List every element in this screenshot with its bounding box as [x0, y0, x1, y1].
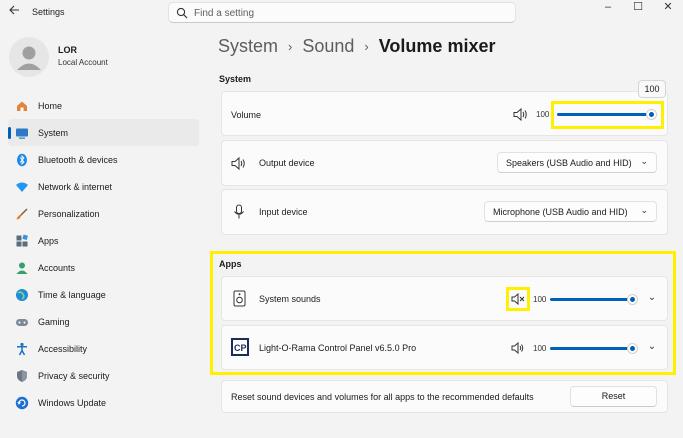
reset-button[interactable]: Reset: [570, 386, 657, 407]
speaker-icon[interactable]: [511, 342, 525, 354]
volume-label: Volume: [231, 110, 262, 120]
output-device-label: Output device: [259, 158, 315, 168]
network-icon: [15, 180, 29, 194]
app-row-system-sounds: System sounds 100 ⌄: [221, 276, 668, 321]
sidebar-item-privacy[interactable]: Privacy & security: [8, 362, 199, 389]
app-name: Light-O-Rama Control Panel v6.5.0 Pro: [259, 343, 417, 353]
globe-icon: [15, 288, 29, 302]
app-volume-slider[interactable]: [550, 293, 638, 305]
sidebar-item-accounts[interactable]: Accounts: [8, 254, 199, 281]
sidebar-item-time-language[interactable]: Time & language: [8, 281, 199, 308]
input-device-dropdown[interactable]: Microphone (USB Audio and HID) ⌄: [484, 201, 657, 222]
sidebar-item-personalization[interactable]: Personalization: [8, 200, 199, 227]
breadcrumb-sound[interactable]: Sound: [302, 36, 354, 57]
search-box[interactable]: [168, 2, 516, 23]
sidebar-item-network[interactable]: Network & internet: [8, 173, 199, 200]
output-device-dropdown[interactable]: Speakers (USB Audio and HID) ⌄: [497, 152, 657, 173]
breadcrumb: System › Sound › Volume mixer: [218, 36, 495, 57]
input-device-label: Input device: [259, 207, 308, 217]
volume-value: 100: [536, 110, 550, 119]
app-volume-value: 100: [533, 295, 547, 304]
back-arrow-icon[interactable]: [6, 4, 22, 20]
home-icon: [15, 99, 29, 113]
volume-slider-track: [557, 113, 653, 116]
microphone-icon: [234, 204, 244, 219]
breadcrumb-system[interactable]: System: [218, 36, 278, 57]
user-account-type: Local Account: [58, 58, 108, 67]
reset-description: Reset sound devices and volumes for all …: [231, 392, 534, 402]
sidebar-item-accessibility[interactable]: Accessibility: [8, 335, 199, 362]
app-volume-value: 100: [533, 344, 547, 353]
bluetooth-icon: [15, 153, 29, 167]
output-device-card: Output device Speakers (USB Audio and HI…: [221, 140, 668, 186]
search-icon: [176, 7, 188, 19]
sidebar-item-system[interactable]: System: [8, 119, 199, 146]
sidebar-item-home[interactable]: Home: [8, 92, 199, 119]
close-button[interactable]: ✕: [653, 0, 683, 16]
app-name: System sounds: [259, 294, 321, 304]
page-title: Volume mixer: [378, 36, 496, 56]
app-volume-slider-track: [550, 347, 634, 350]
svg-text:CP: CP: [234, 343, 247, 353]
system-sounds-icon: [233, 290, 246, 307]
apps-icon: [15, 234, 29, 248]
reset-card: Reset sound devices and volumes for all …: [221, 380, 668, 413]
section-title-apps: Apps: [219, 259, 242, 269]
volume-card: Volume 100: [221, 91, 668, 136]
volume-slider-thumb[interactable]: [646, 109, 657, 120]
chevron-down-icon: ⌄: [640, 156, 648, 166]
minimize-button[interactable]: –: [593, 0, 623, 16]
avatar[interactable]: [9, 37, 49, 77]
section-title-system: System: [219, 74, 252, 84]
shield-icon: [15, 369, 29, 383]
gaming-icon: [15, 315, 29, 329]
maximize-button[interactable]: ☐: [623, 0, 653, 16]
search-input[interactable]: [194, 6, 504, 20]
app-volume-slider-thumb[interactable]: [627, 294, 638, 305]
muted-speaker-icon[interactable]: [511, 293, 525, 305]
system-icon: [15, 126, 29, 140]
expand-chevron-icon[interactable]: ⌄: [646, 341, 658, 353]
breadcrumb-separator: ›: [288, 39, 293, 54]
sidebar-item-gaming[interactable]: Gaming: [8, 308, 199, 335]
sidebar-item-apps[interactable]: Apps: [8, 227, 199, 254]
expand-chevron-icon[interactable]: ⌄: [646, 292, 658, 304]
brush-icon: [15, 207, 29, 221]
accessibility-icon: [15, 342, 29, 356]
app-volume-slider-track: [550, 298, 634, 301]
accounts-icon: [15, 261, 29, 275]
sidebar-item-windows-update[interactable]: Windows Update: [8, 389, 199, 416]
breadcrumb-separator: ›: [364, 39, 369, 54]
speaker-icon[interactable]: [513, 108, 529, 121]
volume-tooltip: 100: [638, 80, 666, 98]
app-volume-slider[interactable]: [550, 342, 638, 354]
app-volume-slider-thumb[interactable]: [627, 343, 638, 354]
speaker-icon: [231, 157, 245, 170]
title-bar: Settings – ☐ ✕: [0, 0, 683, 26]
sidebar-nav: Home System Bluetooth & devices Network …: [8, 92, 199, 416]
volume-slider[interactable]: [557, 108, 657, 120]
sidebar-item-bluetooth[interactable]: Bluetooth & devices: [8, 146, 199, 173]
input-device-card: Input device Microphone (USB Audio and H…: [221, 189, 668, 235]
chevron-down-icon: ⌄: [640, 205, 648, 215]
output-device-selected: Speakers (USB Audio and HID): [506, 158, 632, 168]
input-device-selected: Microphone (USB Audio and HID): [493, 207, 628, 217]
app-title: Settings: [32, 7, 65, 17]
app-row-light-o-rama: CP Light-O-Rama Control Panel v6.5.0 Pro…: [221, 325, 668, 370]
update-icon: [15, 396, 29, 410]
user-name: LOR: [58, 45, 77, 55]
light-o-rama-icon: CP: [231, 338, 249, 356]
